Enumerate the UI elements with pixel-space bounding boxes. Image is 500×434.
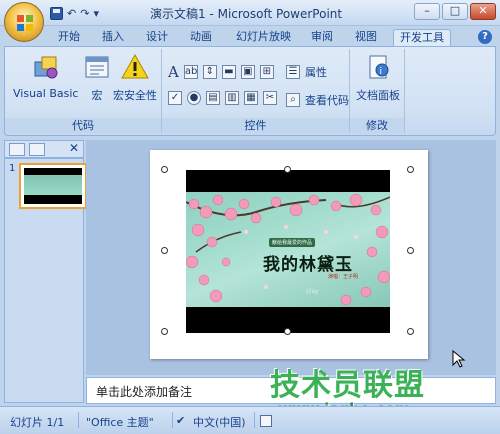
checkbox-control-icon[interactable]: ✓: [168, 91, 182, 105]
modify-group-label: 修改: [350, 118, 404, 133]
slide-number: 1: [9, 163, 16, 174]
tab-review[interactable]: 审阅: [305, 29, 339, 46]
slide-count-status: 幻灯片 1/1: [10, 416, 65, 429]
resize-handle-top-left[interactable]: [161, 166, 168, 173]
view-code-button[interactable]: ⌕ 查看代码: [286, 92, 349, 108]
resize-handle-top-right[interactable]: [407, 166, 414, 173]
video-object[interactable]: 献给我最爱的作品 我的林黛玉 演唱：王子明 play: [186, 170, 390, 333]
view-code-icon: ⌕: [286, 93, 300, 107]
window-title: 演示文稿1 - Microsoft PowerPoint: [150, 7, 343, 21]
properties-button[interactable]: ☰ 属性: [286, 64, 327, 80]
close-button[interactable]: ✕: [470, 3, 496, 20]
tab-home[interactable]: 开始: [52, 29, 86, 46]
textbox-control-icon[interactable]: ab: [183, 65, 198, 79]
controls-group: A ab ⇕ ▬ ▣ ⊞ ☰ 属性 ✓ ● ▤ ▥ ▦ ✂ ⌕ 查看代码 控件: [162, 49, 350, 133]
thumbnail-image: [24, 175, 82, 195]
properties-icon: ☰: [286, 65, 300, 79]
help-icon[interactable]: ?: [478, 30, 492, 44]
slide-thumbnail[interactable]: [19, 163, 87, 209]
ribbon-tabs: 开始 插入 设计 动画 幻灯片放映 审阅 视图 开发工具 ?: [0, 26, 500, 46]
listbox-control-icon[interactable]: ▥: [225, 91, 239, 105]
controls-row-2: ✓ ● ▤ ▥ ▦ ✂: [168, 91, 277, 105]
tab-view[interactable]: 视图: [349, 29, 383, 46]
document-panel-icon: i: [364, 53, 392, 81]
macro-security-button[interactable]: 宏安全性: [113, 53, 157, 103]
spellcheck-icon[interactable]: ✔: [176, 414, 185, 427]
minimize-button[interactable]: –: [414, 3, 440, 20]
customize-qat-icon[interactable]: ▾: [93, 7, 99, 20]
controls-row-1: A ab ⇕ ▬ ▣ ⊞: [168, 63, 274, 81]
status-divider: [254, 412, 255, 428]
toggle-control-icon[interactable]: ▦: [244, 91, 258, 105]
image-control-icon[interactable]: ▣: [240, 65, 255, 79]
macros-icon: [83, 53, 111, 81]
mouse-cursor-icon: [452, 350, 466, 368]
code-group-label: 代码: [5, 118, 161, 133]
thumbnail-video: [24, 168, 82, 204]
combobox-control-icon[interactable]: ▤: [206, 91, 220, 105]
language-status[interactable]: 中文(中国): [193, 414, 246, 430]
slide-canvas[interactable]: 献给我最爱的作品 我的林黛玉 演唱：王子明 play: [150, 150, 466, 368]
title-bar: ↶ ↷ ▾ 演示文稿1 - Microsoft PowerPoint – □ ✕: [0, 0, 500, 26]
video-frame-image: 献给我最爱的作品 我的林黛玉 演唱：王子明 play: [186, 192, 390, 307]
tab-insert[interactable]: 插入: [96, 29, 130, 46]
tab-design[interactable]: 设计: [140, 29, 174, 46]
warning-icon: [121, 53, 149, 81]
spin-button-control-icon[interactable]: ⇕: [202, 65, 217, 79]
slides-tab[interactable]: [9, 143, 25, 156]
tab-developer[interactable]: 开发工具: [393, 29, 451, 46]
document-panel-button[interactable]: i 文档面板: [356, 53, 400, 103]
resize-handle-bottom-right[interactable]: [407, 328, 414, 335]
maximize-button[interactable]: □: [442, 3, 468, 20]
radio-control-icon[interactable]: ●: [187, 91, 201, 105]
notes-pane[interactable]: 单击此处添加备注: [86, 377, 496, 404]
theme-status[interactable]: "Office 主题": [86, 414, 154, 430]
video-title-text: 我的林黛玉: [263, 255, 353, 275]
tools-control-icon[interactable]: ✂: [263, 91, 277, 105]
modify-group: i 文档面板 修改: [350, 49, 405, 133]
slide-pane-tabs: ✕: [4, 140, 84, 158]
undo-icon[interactable]: ↶: [67, 7, 76, 20]
redo-icon[interactable]: ↷: [80, 7, 89, 20]
outline-tab[interactable]: [29, 143, 45, 156]
window-controls: – □ ✕: [414, 3, 496, 20]
video-badge: 献给我最爱的作品: [269, 238, 316, 247]
quick-access-toolbar: ↶ ↷ ▾: [50, 4, 99, 22]
resize-handle-left[interactable]: [161, 247, 168, 254]
label-control-icon[interactable]: A: [168, 63, 179, 81]
code-group: Visual Basic 宏 宏安全性 代码: [5, 49, 162, 133]
status-bar: 幻灯片 1/1 "Office 主题" ✔ 中文(中国): [0, 406, 500, 434]
slide-pane: 1: [4, 158, 87, 403]
resize-handle-top[interactable]: [284, 166, 291, 173]
visual-basic-button[interactable]: Visual Basic: [13, 53, 78, 100]
ribbon: Visual Basic 宏 宏安全性 代码 A ab ⇕ ▬ ▣ ⊞ ☰ 属性…: [4, 46, 496, 136]
macros-button[interactable]: 宏: [83, 53, 111, 103]
visual-basic-icon: [32, 53, 60, 81]
pane-close-icon[interactable]: ✕: [69, 141, 79, 155]
tab-slide-show[interactable]: 幻灯片放映: [230, 29, 297, 46]
scrollbar-control-icon[interactable]: ▬: [221, 65, 236, 79]
controls-group-label: 控件: [162, 118, 349, 133]
more-controls-icon[interactable]: ⊞: [259, 65, 274, 79]
office-button[interactable]: [4, 2, 44, 42]
office-logo-icon: [17, 15, 33, 31]
resize-handle-bottom-left[interactable]: [161, 328, 168, 335]
resize-handle-bottom[interactable]: [284, 328, 291, 335]
slide-editing-area: 献给我最爱的作品 我的林黛玉 演唱：王子明 play: [86, 140, 496, 375]
normal-view-icon[interactable]: [260, 415, 272, 427]
tab-animations[interactable]: 动画: [184, 29, 218, 46]
svg-text:i: i: [380, 67, 383, 77]
video-cast-text: 演唱：王子明: [328, 274, 359, 280]
video-play-text: play: [306, 288, 319, 295]
notes-placeholder: 单击此处添加备注: [96, 385, 193, 399]
status-divider: [78, 412, 79, 428]
resize-handle-right[interactable]: [407, 247, 414, 254]
save-icon[interactable]: [50, 6, 63, 20]
status-divider: [172, 412, 173, 428]
